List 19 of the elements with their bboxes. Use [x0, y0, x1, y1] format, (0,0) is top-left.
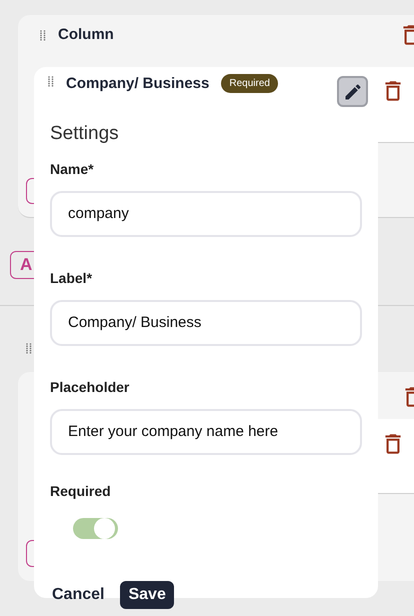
field-label: Required	[50, 482, 112, 501]
field-label: Name*	[50, 160, 95, 178]
edit-button[interactable]	[337, 76, 368, 107]
field-label: Label*	[50, 268, 94, 288]
text-field[interactable]: company	[50, 190, 362, 236]
cancel-button[interactable]: Cancel	[50, 582, 104, 606]
drag-handle-icon[interactable]	[48, 76, 54, 87]
field-title: Company/ Business	[66, 74, 210, 94]
required-badge: Required	[221, 74, 278, 93]
field-label: Placeholder	[50, 378, 130, 396]
settings-heading: Settings	[50, 122, 120, 146]
drag-handle-icon[interactable]	[40, 30, 46, 40]
text-field[interactable]: Enter your company name here	[50, 408, 362, 454]
column-title: Column	[58, 24, 114, 45]
text-field[interactable]: Company/ Business	[50, 300, 362, 346]
required-switch[interactable]	[73, 518, 118, 538]
save-button[interactable]: Save	[120, 580, 174, 608]
drag-handle-icon[interactable]	[26, 343, 32, 354]
pencil-icon	[342, 82, 362, 102]
